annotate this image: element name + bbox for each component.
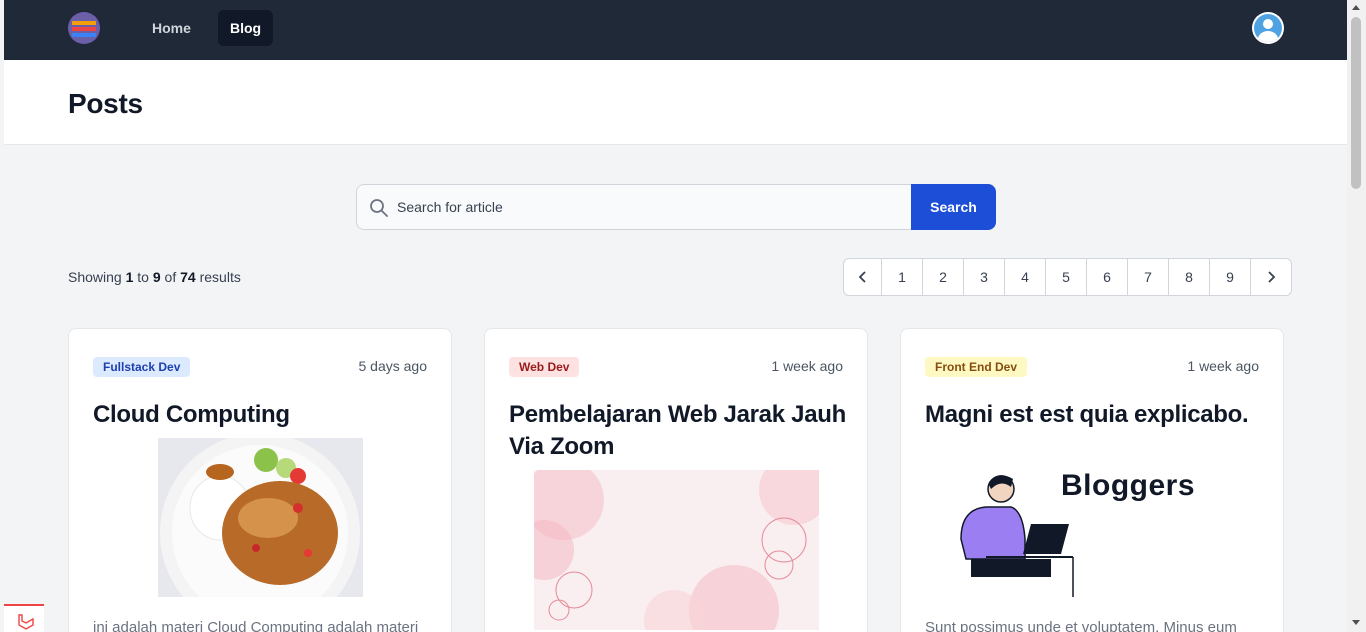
page-header: Posts: [4, 60, 1347, 145]
category-badge[interactable]: Front End Dev: [925, 357, 1028, 377]
search-input[interactable]: [397, 185, 897, 229]
top-navbar: Home Blog: [4, 0, 1347, 60]
stacked-books-logo-icon[interactable]: [68, 12, 100, 44]
results-suffix: results: [199, 269, 241, 285]
pink-floral-image: [534, 470, 819, 630]
results-prefix: Showing: [68, 269, 122, 285]
category-badge[interactable]: Fullstack Dev: [93, 357, 191, 377]
post-excerpt: Sunt possimus unde et voluptatem. Minus …: [925, 619, 1237, 632]
scrollbar-thumb[interactable]: [1351, 17, 1361, 189]
nav-blog-link[interactable]: Blog: [218, 10, 274, 46]
search-icon: [370, 199, 388, 217]
page-scrollbar[interactable]: [1347, 0, 1366, 632]
scroll-down-arrow-icon[interactable]: [1352, 620, 1360, 625]
scroll-up-arrow-icon[interactable]: [1352, 5, 1360, 10]
food-plate-image: [158, 438, 363, 597]
pagination-page-5[interactable]: 5: [1045, 259, 1086, 295]
post-title[interactable]: Pembelajaran Web Jarak Jauh Via Zoom: [509, 399, 849, 463]
post-card[interactable]: Fullstack Dev 5 days ago Cloud Computing…: [68, 328, 452, 632]
pagination-page-6[interactable]: 6: [1086, 259, 1127, 295]
user-avatar-icon[interactable]: [1252, 12, 1284, 44]
pagination-page-4[interactable]: 4: [1004, 259, 1045, 295]
results-summary: Showing 1 to 9 of 74 results: [68, 269, 241, 285]
framework-logo-icon[interactable]: [4, 604, 44, 632]
chevron-left-icon: [858, 271, 866, 283]
post-excerpt: ini adalah materi Cloud Computing adalah…: [93, 619, 419, 632]
pagination-page-3[interactable]: 3: [963, 259, 1004, 295]
post-card[interactable]: Front End Dev 1 week ago Magni est est q…: [900, 328, 1284, 632]
bloggers-logo-text: Bloggers: [1061, 469, 1196, 502]
results-to: 9: [152, 269, 161, 285]
results-of-word: of: [164, 269, 177, 285]
search-box: [356, 184, 912, 230]
post-date: 1 week ago: [1187, 358, 1259, 374]
post-title[interactable]: Magni est est quia explicabo.: [925, 399, 1265, 431]
search-button[interactable]: Search: [911, 184, 996, 230]
chevron-right-icon: [1268, 271, 1276, 283]
pagination-page-2[interactable]: 2: [922, 259, 963, 295]
nav-home-link[interactable]: Home: [140, 10, 203, 46]
pagination: 1 2 3 4 5 6 7 8 9: [843, 258, 1292, 296]
category-badge[interactable]: Web Dev: [509, 357, 580, 377]
page-title: Posts: [68, 88, 143, 119]
pagination-prev-button[interactable]: [844, 259, 881, 295]
post-date: 1 week ago: [771, 358, 843, 374]
pagination-page-8[interactable]: 8: [1168, 259, 1209, 295]
pagination-page-1[interactable]: 1: [881, 259, 922, 295]
bloggers-illustration-image: Bloggers: [941, 449, 1251, 599]
results-to-word: to: [137, 269, 149, 285]
pagination-next-button[interactable]: [1250, 259, 1291, 295]
pagination-page-7[interactable]: 7: [1127, 259, 1168, 295]
results-from: 1: [125, 269, 134, 285]
post-title[interactable]: Cloud Computing: [93, 399, 433, 431]
post-date: 5 days ago: [358, 358, 428, 374]
pagination-page-9[interactable]: 9: [1209, 259, 1250, 295]
results-total: 74: [180, 269, 196, 285]
post-card[interactable]: Web Dev 1 week ago Pembelajaran Web Jara…: [484, 328, 868, 632]
